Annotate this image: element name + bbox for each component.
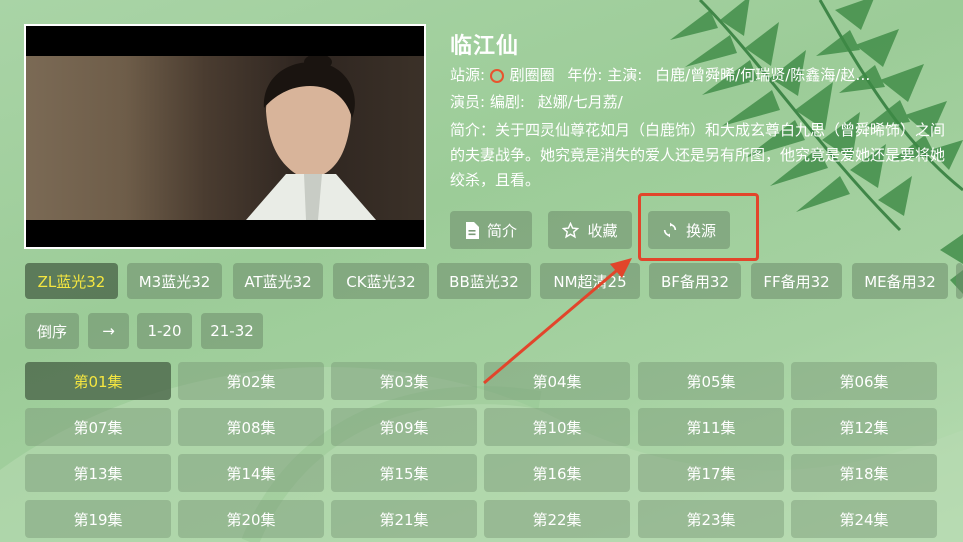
episode-button[interactable]: 第02集 (178, 362, 324, 400)
source-chip-ck[interactable]: CK蓝光32 (333, 263, 429, 299)
favorite-button-label: 收藏 (587, 221, 618, 240)
switch-source-highlight (638, 193, 759, 261)
star-icon (562, 221, 580, 238)
episode-button[interactable]: 第05集 (638, 362, 784, 400)
episode-button[interactable]: 第20集 (178, 500, 324, 538)
source-circle-icon (489, 69, 504, 83)
episode-button[interactable]: 第23集 (638, 500, 784, 538)
episode-button[interactable]: 第22集 (484, 500, 630, 538)
source-chip-zl[interactable]: ZL蓝光32 (25, 263, 118, 299)
episode-button[interactable]: 第04集 (484, 362, 630, 400)
episode-button[interactable]: 第09集 (331, 408, 477, 446)
episode-button[interactable]: 第19集 (25, 500, 171, 538)
source-chip-bf[interactable]: BF备用32 (649, 263, 741, 299)
source-chip-bb[interactable]: BB蓝光32 (437, 263, 531, 299)
episode-button[interactable]: 第01集 (25, 362, 171, 400)
show-description: 简介：关于四灵仙尊花如月（白鹿饰）和大成玄尊白九思（曾舜晞饰）之间的夫妻战争。她… (450, 121, 946, 189)
source-chip-ff[interactable]: FF备用32 (751, 263, 842, 299)
video-player[interactable] (24, 24, 426, 249)
favorite-button[interactable]: 收藏 (548, 211, 632, 249)
episode-button[interactable]: 第24集 (791, 500, 937, 538)
starring-value: 白鹿/曾舜晞/何瑞贤/陈鑫海/赵… (655, 66, 871, 84)
source-name: 剧圈圈 (509, 66, 555, 84)
episode-button[interactable]: 第11集 (638, 408, 784, 446)
starring-label: 主演: (607, 66, 643, 84)
range-21-32-button[interactable]: 21-32 (201, 313, 263, 349)
range-1-20-button[interactable]: 1-20 (137, 313, 192, 349)
episode-button[interactable]: 第18集 (791, 454, 937, 492)
source-chip-nm[interactable]: NM超清25 (540, 263, 640, 299)
year-label: 年份: (567, 66, 603, 84)
source-label: 站源: (450, 66, 486, 84)
episode-button[interactable]: 第03集 (331, 362, 477, 400)
episode-button[interactable]: 第17集 (638, 454, 784, 492)
episode-button[interactable]: 第16集 (484, 454, 630, 492)
episode-button[interactable]: 第10集 (484, 408, 630, 446)
document-icon (465, 221, 479, 239)
video-character-image (246, 56, 376, 220)
episode-button[interactable]: 第15集 (331, 454, 477, 492)
arrow-right-button[interactable]: → (88, 313, 129, 349)
episode-button[interactable]: 第07集 (25, 408, 171, 446)
episode-button[interactable]: 第12集 (791, 408, 937, 446)
episode-button[interactable]: 第08集 (178, 408, 324, 446)
info-line-cast: 演员: 编剧: 赵娜/七月荔/ (450, 90, 623, 114)
writer-value: 赵娜/七月荔/ (537, 93, 623, 111)
show-title: 临江仙 (450, 34, 520, 59)
intro-button[interactable]: 简介 (450, 211, 532, 249)
source-chip-me[interactable]: ME备用32 (852, 263, 948, 299)
cast-label: 演员: (450, 93, 486, 111)
source-chip-m3[interactable]: M3蓝光32 (127, 263, 222, 299)
episode-button[interactable]: 第21集 (331, 500, 477, 538)
episode-button[interactable]: 第14集 (178, 454, 324, 492)
reverse-order-button[interactable]: 倒序 (25, 313, 79, 349)
writer-label: 编剧: (489, 93, 525, 111)
episode-button[interactable]: 第06集 (791, 362, 937, 400)
episode-button[interactable]: 第13集 (25, 454, 171, 492)
source-chip-at[interactable]: AT蓝光32 (233, 263, 323, 299)
source-chip-more[interactable] (956, 263, 963, 299)
info-line-source: 站源: 剧圈圈 年份: 主演: 白鹿/曾舜晞/何瑞贤/陈鑫海/赵… (450, 63, 930, 87)
intro-button-label: 简介 (486, 221, 517, 240)
